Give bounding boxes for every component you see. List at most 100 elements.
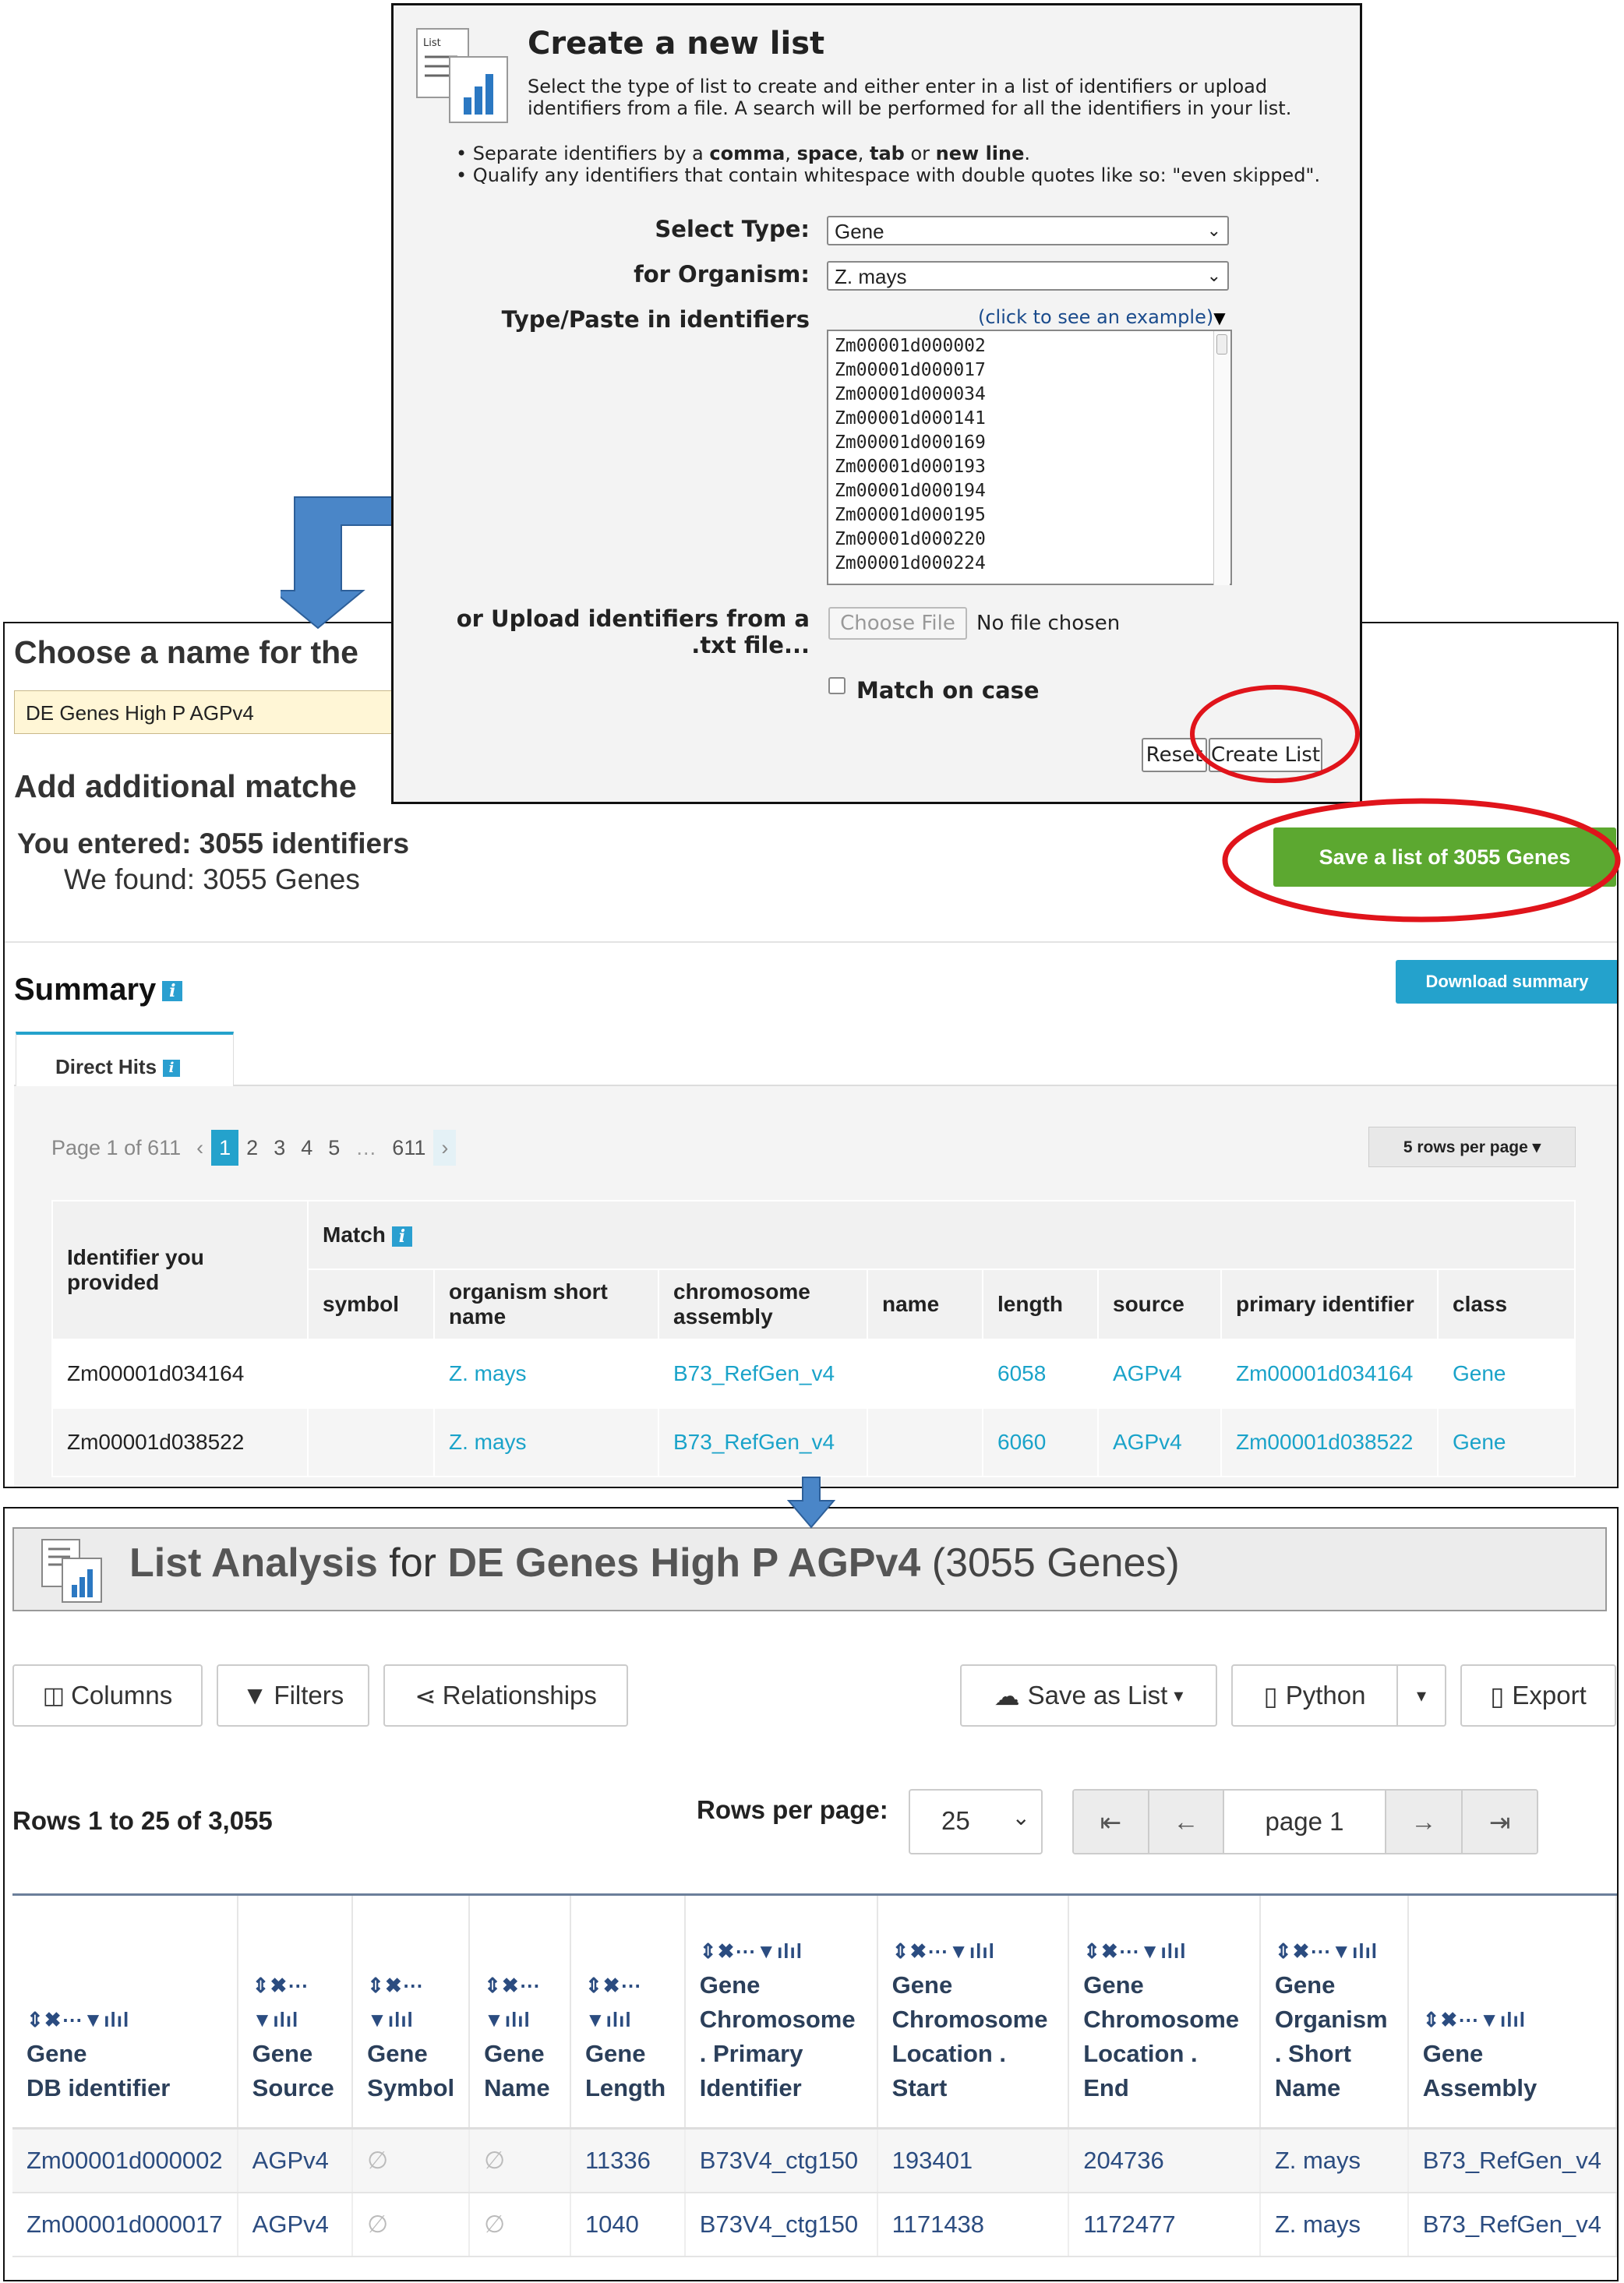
python-button[interactable]: ▯ Python: [1231, 1664, 1398, 1727]
col-header[interactable]: ⇕✖⋯▼ılıl Gene Length: [570, 1893, 686, 2130]
example-link-text[interactable]: (click to see an example): [978, 306, 1213, 328]
table-cell[interactable]: 1171438: [877, 2193, 1070, 2257]
cell-class[interactable]: Gene: [1437, 1407, 1576, 1477]
col-header[interactable]: ⇕✖⋯▼ılıl Gene Chromosome Location . End: [1068, 1893, 1261, 2130]
organism-dropdown[interactable]: Z. mays ⌄: [827, 261, 1229, 291]
columns-button[interactable]: ◫ Columns: [12, 1664, 203, 1727]
table-cell[interactable]: 193401: [877, 2128, 1070, 2193]
page-5-button[interactable]: 5: [320, 1130, 348, 1166]
identifier-line: Zm00001d000002: [835, 336, 986, 356]
table-cell[interactable]: B73V4_ctg150: [684, 2193, 878, 2257]
page-input[interactable]: page 1: [1224, 1791, 1386, 1853]
col-symbol[interactable]: symbol: [307, 1269, 435, 1340]
page-4-button[interactable]: 4: [293, 1130, 320, 1166]
scrollbar-thumb[interactable]: [1216, 334, 1227, 355]
col-header[interactable]: ⇕✖⋯▼ılıl Gene Assembly: [1407, 1893, 1617, 2130]
match-case-checkbox[interactable]: [828, 677, 846, 694]
col-name[interactable]: name: [867, 1269, 983, 1340]
table-cell[interactable]: B73_RefGen_v4: [1407, 2193, 1617, 2257]
col-header[interactable]: ⇕✖⋯▼ılıl Gene Chromosome Location . Start: [877, 1893, 1070, 2130]
cell-assembly[interactable]: B73_RefGen_v4: [658, 1407, 868, 1477]
column-tools-icon[interactable]: ⇕✖⋯▼ılıl: [700, 1934, 863, 1968]
col-header[interactable]: ⇕✖⋯▼ılıl Gene Symbol: [352, 1893, 471, 2130]
page-3-button[interactable]: 3: [266, 1130, 293, 1166]
col-chromosome-assembly[interactable]: chromosome assembly: [658, 1269, 868, 1340]
cell-primary[interactable]: Zm00001d038522: [1220, 1407, 1439, 1477]
relationships-button[interactable]: ⋖ Relationships: [383, 1664, 628, 1727]
page-last-button[interactable]: 611: [384, 1130, 433, 1166]
table-cell[interactable]: B73_RefGen_v4: [1407, 2128, 1617, 2193]
col-length[interactable]: length: [982, 1269, 1099, 1340]
column-tools-icon[interactable]: ⇕✖⋯▼ılıl: [585, 1968, 670, 2037]
prev-page-button[interactable]: ←: [1149, 1791, 1225, 1853]
export-button[interactable]: ▯ Export: [1460, 1664, 1616, 1727]
info-icon[interactable]: i: [162, 981, 183, 1002]
table-cell[interactable]: Z. mays: [1259, 2128, 1409, 2193]
cell-provided: Zm00001d038522: [51, 1407, 309, 1477]
cell-organism[interactable]: Z. mays: [433, 1407, 659, 1477]
filters-button[interactable]: ▼ Filters: [217, 1664, 369, 1727]
choose-file-button[interactable]: Choose File: [828, 607, 967, 640]
first-page-button[interactable]: ⇤: [1074, 1791, 1149, 1853]
cell-organism[interactable]: Z. mays: [433, 1339, 659, 1409]
page-2-button[interactable]: 2: [238, 1130, 266, 1166]
identifier-line: Zm00001d000169: [835, 432, 986, 453]
table-cell[interactable]: 1172477: [1068, 2193, 1261, 2257]
column-tools-icon[interactable]: ⇕✖⋯▼ılıl: [484, 1968, 556, 2037]
example-link[interactable]: (click to see an example)▼: [978, 306, 1226, 328]
page-1-button[interactable]: 1: [211, 1130, 239, 1166]
title-for: for: [377, 1540, 448, 1586]
table-cell[interactable]: 204736: [1068, 2128, 1261, 2193]
rows-per-page-label: Rows per page:: [697, 1795, 888, 1824]
cell-assembly[interactable]: B73_RefGen_v4: [658, 1339, 868, 1409]
cell-length[interactable]: 6058: [982, 1339, 1099, 1409]
table-cell[interactable]: 11336: [570, 2128, 686, 2193]
next-page-button[interactable]: →: [1386, 1791, 1463, 1853]
upload-label-line1: or Upload identifiers from a: [456, 605, 810, 632]
column-tools-icon[interactable]: ⇕✖⋯▼ılıl: [367, 1968, 454, 2037]
col-header[interactable]: ⇕✖⋯▼ılıl Gene DB identifier: [12, 1893, 238, 2130]
col-header[interactable]: ⇕✖⋯▼ılıl Gene Chromosome . Primary Identifie…: [684, 1893, 878, 2130]
python-dropdown-button[interactable]: ▾: [1396, 1664, 1446, 1727]
table-cell[interactable]: AGPv4: [237, 2193, 354, 2257]
download-summary-button[interactable]: Download summary: [1396, 960, 1617, 1004]
rows-per-page-dropdown[interactable]: 5 rows per page ▾: [1368, 1127, 1576, 1167]
col-header[interactable]: ⇕✖⋯▼ılıl Gene Name: [469, 1893, 571, 2130]
cell-length[interactable]: 6060: [982, 1407, 1099, 1477]
chevron-down-icon: ⌄: [1206, 221, 1221, 240]
col-organism-short-name[interactable]: organism short name: [433, 1269, 659, 1340]
prev-page-button[interactable]: ‹: [189, 1130, 211, 1166]
col-class[interactable]: class: [1437, 1269, 1576, 1340]
cell-source[interactable]: AGPv4: [1097, 1407, 1222, 1477]
column-tools-icon[interactable]: ⇕✖⋯▼ılıl: [252, 1968, 338, 2037]
col-source[interactable]: source: [1097, 1269, 1222, 1340]
table-cell[interactable]: Zm00001d000017: [12, 2193, 238, 2257]
identifiers-textarea[interactable]: Zm00001d000002 Zm00001d000017 Zm00001d0000…: [827, 330, 1232, 585]
column-tools-icon[interactable]: ⇕✖⋯▼ılıl: [1083, 1934, 1245, 1968]
table-cell[interactable]: AGPv4: [237, 2128, 354, 2193]
textarea-scrollbar[interactable]: [1213, 331, 1230, 585]
column-tools-icon[interactable]: ⇕✖⋯▼ılıl: [892, 1934, 1054, 1968]
cell-primary[interactable]: Zm00001d034164: [1220, 1339, 1439, 1409]
save-as-list-button[interactable]: ☁ Save as List ▾: [960, 1664, 1217, 1727]
table-cell[interactable]: Z. mays: [1259, 2193, 1409, 2257]
col-header[interactable]: ⇕✖⋯▼ılıl Gene Source: [237, 1893, 354, 2130]
table-cell[interactable]: Zm00001d000002: [12, 2128, 238, 2193]
table-cell[interactable]: B73V4_ctg150: [684, 2128, 878, 2193]
next-page-button[interactable]: ›: [433, 1130, 457, 1166]
info-icon[interactable]: i: [163, 1060, 181, 1078]
column-tools-icon[interactable]: ⇕✖⋯▼ılıl: [26, 2002, 223, 2037]
cell-source[interactable]: AGPv4: [1097, 1339, 1222, 1409]
column-tools-icon[interactable]: ⇕✖⋯▼ılıl: [1275, 1934, 1393, 1968]
rows-per-page-select[interactable]: 25 ⌄: [909, 1789, 1043, 1854]
info-icon[interactable]: i: [391, 1226, 412, 1247]
arrow-down-icon: [281, 496, 400, 630]
col-primary-identifier[interactable]: primary identifier: [1220, 1269, 1439, 1340]
tab-direct-hits[interactable]: Direct Hits i: [16, 1032, 234, 1086]
col-header[interactable]: ⇕✖⋯▼ılıl Gene Organism . Short Name: [1259, 1893, 1409, 2130]
cell-class[interactable]: Gene: [1437, 1339, 1576, 1409]
last-page-button[interactable]: ⇥: [1463, 1791, 1537, 1853]
select-type-dropdown[interactable]: Gene ⌄: [827, 216, 1229, 245]
table-cell[interactable]: 1040: [570, 2193, 686, 2257]
column-tools-icon[interactable]: ⇕✖⋯▼ılıl: [1423, 2002, 1601, 2037]
